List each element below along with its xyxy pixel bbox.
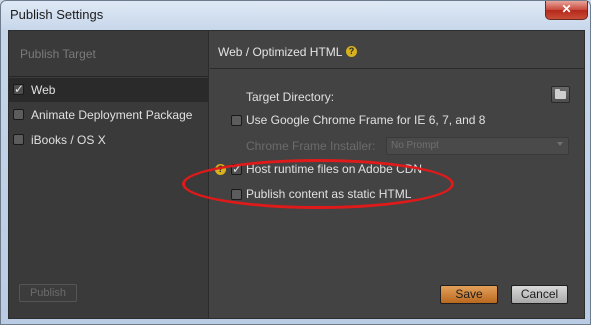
save-button[interactable]: Save: [440, 285, 498, 304]
sidebar-item-web[interactable]: ✓ Web: [9, 78, 208, 102]
browse-folder-button[interactable]: [551, 86, 570, 103]
sidebar-divider: [9, 76, 208, 77]
chrome-frame-checkbox[interactable]: [231, 115, 242, 126]
animate-checkbox-icon[interactable]: [13, 109, 24, 120]
highlight-annotation: [182, 159, 454, 209]
chrome-frame-label: Use Google Chrome Frame for IE 6, 7, and…: [246, 113, 486, 127]
main-divider: [210, 68, 585, 69]
sidebar-item-label: iBooks / OS X: [31, 133, 106, 147]
ibooks-checkbox-icon[interactable]: [13, 134, 24, 145]
help-icon[interactable]: ?: [346, 46, 357, 57]
dialog-client-area: Publish Target ✓ Web Animate Deployment …: [8, 30, 585, 319]
web-checkbox-icon[interactable]: ✓: [13, 83, 24, 95]
publish-target-sidebar: Publish Target ✓ Web Animate Deployment …: [9, 31, 209, 318]
folder-icon-body: [555, 91, 566, 99]
chrome-installer-label: Chrome Frame Installer:: [246, 139, 376, 153]
window-title: Publish Settings: [10, 7, 104, 22]
sidebar-item-label: Web: [31, 83, 56, 97]
sidebar-item-animate-deployment[interactable]: Animate Deployment Package: [9, 103, 208, 127]
page-title: Web / Optimized HTML: [218, 45, 343, 59]
sidebar-item-ibooks[interactable]: iBooks / OS X: [9, 128, 208, 152]
close-icon: ✕: [561, 2, 572, 16]
sidebar-header: Publish Target: [20, 47, 96, 61]
window-frame: Publish Settings ✕ Publish Target ✓ Web …: [0, 0, 591, 325]
close-button[interactable]: ✕: [545, 1, 588, 20]
chrome-installer-value: No Prompt: [391, 140, 439, 151]
chrome-installer-select[interactable]: No Prompt: [386, 137, 569, 155]
dropdown-arrow-icon: [557, 142, 563, 146]
cancel-button[interactable]: Cancel: [511, 285, 568, 304]
publish-button[interactable]: Publish: [19, 284, 77, 302]
sidebar-item-label: Animate Deployment Package: [31, 108, 193, 122]
target-directory-label: Target Directory:: [246, 90, 335, 104]
